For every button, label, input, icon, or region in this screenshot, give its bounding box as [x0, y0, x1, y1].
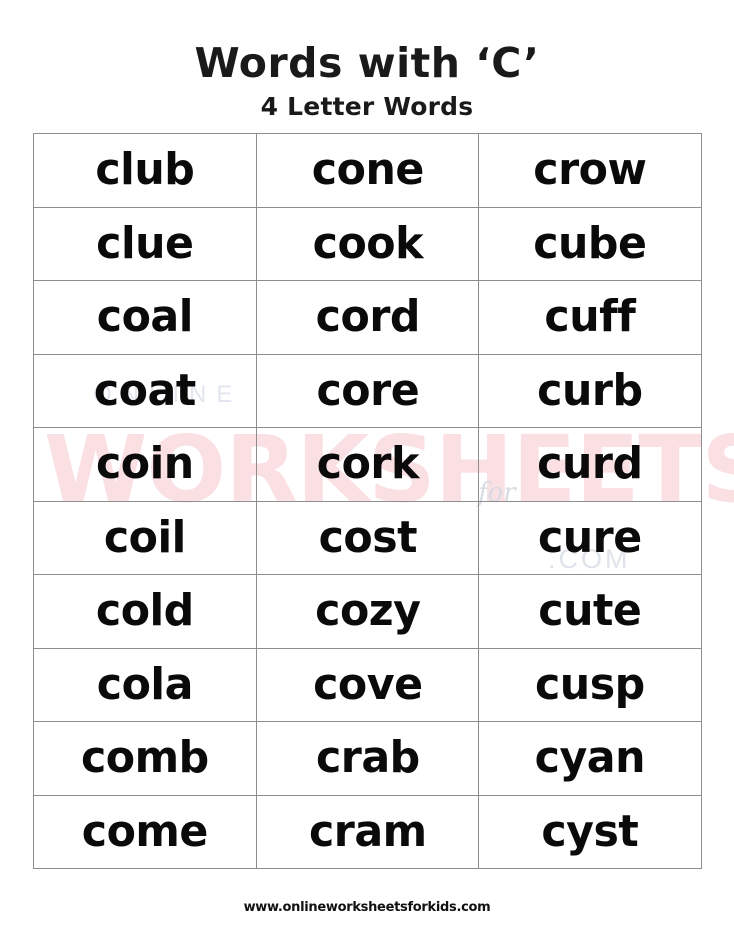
table-row: club cone crow — [33, 133, 702, 208]
table-row: clue cook cube — [33, 206, 702, 281]
word-cell: curd — [478, 427, 702, 502]
word-cell: cord — [255, 280, 480, 355]
footer-url: www.onlineworksheetsforkids.com — [243, 900, 491, 915]
table-row: coal cord cuff — [33, 280, 702, 355]
table-row: coin cork curd — [33, 427, 702, 502]
word-cell: come — [33, 794, 257, 869]
word-text: cozy — [314, 585, 421, 637]
word-text: cusp — [535, 658, 646, 710]
word-cell: cyan — [478, 721, 702, 796]
word-text: coil — [103, 511, 186, 563]
table-row: cold cozy cute — [33, 574, 702, 649]
word-text: cube — [533, 217, 648, 269]
word-text: curd — [537, 438, 643, 490]
word-text: clue — [96, 217, 194, 269]
word-cell: crab — [255, 721, 480, 796]
word-text: come — [81, 805, 209, 857]
word-cell: coin — [33, 427, 257, 502]
page-subtitle: 4 Letter Words — [260, 92, 474, 122]
word-cell: cold — [33, 574, 257, 649]
word-text: cook — [312, 217, 423, 269]
word-text: crab — [315, 732, 420, 784]
word-cell: cork — [255, 427, 480, 502]
word-cell: cozy — [255, 574, 480, 649]
word-cell: coil — [33, 500, 257, 575]
word-cell: cyst — [478, 794, 702, 869]
word-cell: cone — [255, 133, 480, 208]
word-text: cure — [538, 511, 643, 563]
table-row: comb crab cyan — [33, 721, 702, 796]
word-cell: coal — [33, 280, 257, 355]
word-text: cuff — [544, 291, 636, 343]
word-cell: cook — [255, 206, 480, 281]
table-row: cola cove cusp — [33, 647, 702, 722]
word-text: cram — [308, 805, 427, 857]
word-text: cola — [96, 658, 194, 710]
word-text: cone — [311, 144, 424, 196]
word-cell: cove — [255, 647, 480, 722]
word-text: cove — [312, 658, 423, 710]
word-cell: crow — [478, 133, 702, 208]
word-text: cord — [315, 291, 420, 343]
word-cell: cuff — [478, 280, 702, 355]
word-text: cost — [318, 511, 417, 563]
word-table-body: club cone crow clue cook cube coal cord cuff coat… — [33, 133, 702, 869]
word-cell: cola — [33, 647, 257, 722]
word-text: coal — [96, 291, 194, 343]
word-text: cork — [316, 438, 419, 490]
word-text: cyan — [534, 732, 646, 784]
word-cell: cost — [255, 500, 480, 575]
word-text: club — [95, 144, 195, 196]
word-text: cold — [95, 585, 194, 637]
word-cell: club — [33, 133, 257, 208]
word-cell: cure — [478, 500, 702, 575]
worksheet-page: ONLINE WORKSHEETSKIDS for .COM Words wit… — [0, 0, 734, 950]
word-cell: clue — [33, 206, 257, 281]
word-text: curb — [537, 364, 643, 416]
worksheet-header: Words with ‘C’ 4 Letter Words — [0, 0, 734, 120]
word-cell: cusp — [478, 647, 702, 722]
page-title: Words with ‘C’ — [194, 39, 540, 87]
table-row: coil cost cure — [33, 500, 702, 575]
word-table: club cone crow clue cook cube coal cord cuff coat… — [33, 133, 702, 869]
word-cell: coat — [33, 353, 257, 428]
table-row: come cram cyst — [33, 794, 702, 869]
word-cell: cute — [478, 574, 702, 649]
word-text: coat — [93, 364, 196, 416]
word-cell: curb — [478, 353, 702, 428]
word-text: crow — [533, 144, 648, 196]
worksheet-footer: www.onlineworksheetsforkids.com — [0, 898, 734, 916]
word-text: comb — [80, 732, 209, 784]
word-cell: cube — [478, 206, 702, 281]
word-text: cute — [538, 585, 643, 637]
word-text: cyst — [541, 805, 639, 857]
word-text: coin — [95, 438, 194, 490]
word-text: core — [316, 364, 419, 416]
word-cell: cram — [255, 794, 480, 869]
word-cell: core — [255, 353, 480, 428]
word-cell: comb — [33, 721, 257, 796]
table-row: coat core curb — [33, 353, 702, 428]
